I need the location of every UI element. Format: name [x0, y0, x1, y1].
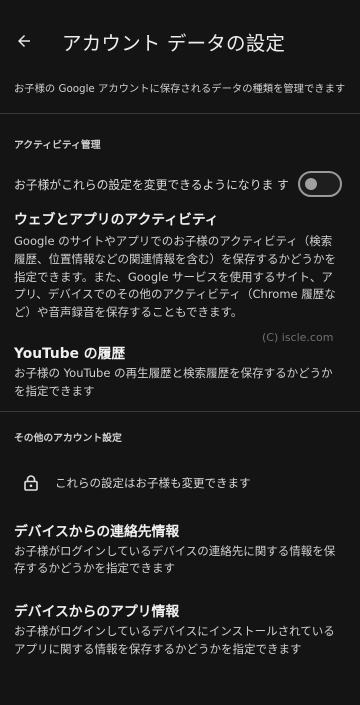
watermark: (C) iscle.com: [262, 331, 334, 344]
desc-line: ど）や音声録音を保存することもできます。: [14, 305, 243, 320]
lock-note-row: これらの設定はお子様も変更できます: [0, 474, 360, 491]
desc-line: 指定できます。また、Google サービスを使用するサイト、ア: [14, 269, 333, 284]
web-app-activity-item[interactable]: ウェブとアプリのアクティビティ Google のサイトやアプリでのお子様のアクテ…: [0, 210, 360, 322]
desc-line: プリ、デバイスでのその他のアクティビティ（Chrome 履歴な: [14, 287, 336, 302]
child-can-change-toggle-row[interactable]: お子様がこれらの設定を変更できるようになりま す: [0, 171, 360, 197]
desc-line: お子様がログインしているデバイスにインストールされている: [14, 624, 335, 639]
desc-line: を指定できます: [14, 383, 95, 398]
app-info-item[interactable]: デバイスからのアプリ情報 お子様がログインしているデバイスにインストールされてい…: [0, 602, 360, 659]
desc-line: Google のサイトやアプリでのお子様のアクティビティ（検索: [14, 234, 333, 248]
app-bar: アカウント データの設定: [0, 0, 360, 82]
lock-note-text: これらの設定はお子様も変更できます: [55, 475, 251, 490]
arrow-back-icon: [18, 35, 30, 47]
desc-line: お子様がログインしているデバイスの連絡先に関する情報を保: [14, 543, 336, 558]
contacts-info-item[interactable]: デバイスからの連絡先情報 お子様がログインしているデバイスの連絡先に関する情報を…: [0, 522, 360, 579]
lock-icon: [24, 474, 38, 491]
item-description: お子様の YouTube の再生履歴と検索履歴を保存するかどうか を指定できます: [14, 365, 348, 401]
desc-line: 存するかどうかを指定できます: [14, 561, 175, 576]
divider: [0, 113, 360, 114]
activity-section-header: アクティビティ管理: [14, 140, 101, 151]
youtube-history-item[interactable]: YouTube の履歴 お子様の YouTube の再生履歴と検索履歴を保存する…: [0, 344, 360, 401]
back-button[interactable]: [12, 29, 36, 53]
child-can-change-switch[interactable]: [298, 171, 342, 197]
item-title: YouTube の履歴: [14, 345, 126, 362]
account-data-settings-screen: アカウント データの設定 お子様の Google アカウントに保存されるデータの…: [0, 0, 360, 705]
other-section-header: その他のアカウント設定: [14, 432, 122, 444]
page-description: お子様の Google アカウントに保存されるデータの種類を管理できます: [14, 83, 346, 95]
desc-line: 履歴、位置情報などの関連情報を含む）を保存するかどうかを: [14, 251, 336, 266]
item-description: お子様がログインしているデバイスにインストールされている アプリに関する情報を保…: [14, 623, 348, 659]
item-title: デバイスからの連絡先情報: [14, 523, 180, 540]
switch-knob: [305, 178, 317, 190]
desc-line: お子様の YouTube の再生履歴と検索履歴を保存するかどうか: [14, 365, 333, 380]
page-title: アカウント データの設定: [62, 31, 286, 55]
item-title: デバイスからのアプリ情報: [14, 604, 180, 621]
desc-line: アプリに関する情報を保存するかどうかを指定できます: [14, 641, 302, 656]
divider: [0, 410, 360, 412]
item-description: お子様がログインしているデバイスの連絡先に関する情報を保 存するかどうかを指定で…: [14, 543, 348, 579]
item-title: ウェブとアプリのアクティビティ: [14, 212, 219, 228]
toggle-label: お子様がこれらの設定を変更できるようになりま す: [14, 177, 289, 192]
item-description: Google のサイトやアプリでのお子様のアクティビティ（検索 履歴、位置情報な…: [14, 233, 348, 322]
